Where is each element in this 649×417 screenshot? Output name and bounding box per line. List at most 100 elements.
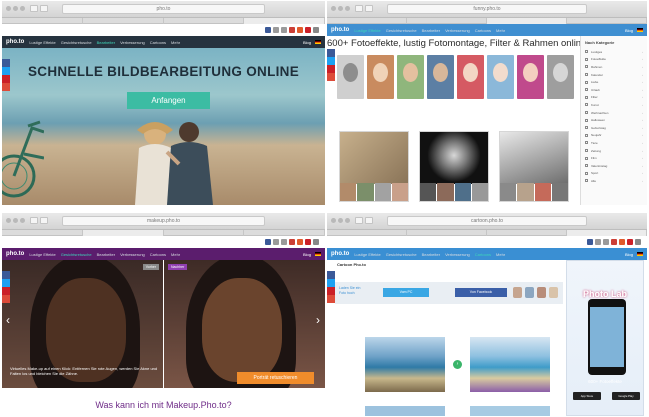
- checkbox[interactable]: [585, 179, 588, 183]
- checkbox[interactable]: [585, 164, 588, 168]
- checkbox[interactable]: [585, 103, 588, 107]
- nav-item[interactable]: Lustige Effekte: [29, 252, 55, 257]
- effect-thumbnail[interactable]: [367, 55, 394, 99]
- window-controls[interactable]: [331, 6, 350, 11]
- category-item[interactable]: Lustiges ›: [581, 48, 647, 56]
- site-logo[interactable]: pho.to: [331, 27, 349, 33]
- category-item[interactable]: Tiere ›: [581, 139, 647, 147]
- history-buttons[interactable]: [355, 5, 373, 12]
- address-bar[interactable]: makeup.pho.to: [62, 216, 265, 226]
- share-icon[interactable]: [273, 239, 279, 245]
- blog-link[interactable]: Blog: [303, 252, 311, 257]
- share-buttons[interactable]: [265, 27, 319, 33]
- nav-item[interactable]: Lustige Effekte: [29, 40, 55, 45]
- retouch-button[interactable]: Porträt retuschieren: [237, 372, 314, 384]
- nav-item[interactable]: Mehr: [496, 28, 505, 33]
- checkbox[interactable]: [585, 95, 588, 99]
- nav-item[interactable]: Bearbeiter: [97, 252, 115, 257]
- side-share-bar[interactable]: [2, 271, 10, 303]
- share-icon[interactable]: [289, 239, 295, 245]
- category-item[interactable]: Kalender ›: [581, 71, 647, 79]
- window-controls[interactable]: [6, 6, 25, 11]
- sample-photo[interactable]: [549, 287, 558, 298]
- checkbox[interactable]: [585, 126, 588, 130]
- checkbox[interactable]: [585, 57, 588, 61]
- category-item[interactable]: Rahmen ›: [581, 63, 647, 71]
- share-icon[interactable]: [587, 239, 593, 245]
- start-button[interactable]: Anfangen: [127, 92, 210, 109]
- social-share-icon[interactable]: [327, 287, 335, 295]
- effect-thumbnail[interactable]: [397, 55, 424, 99]
- photo-lab-ad[interactable]: Photo Lab 600+ Fotoeffekte App Store Goo…: [566, 260, 644, 416]
- category-item[interactable]: Fotoeffekte ›: [581, 56, 647, 64]
- nav-item[interactable]: Cartoons: [475, 28, 491, 33]
- google-play-badge[interactable]: Google Play: [612, 392, 640, 400]
- nav-item[interactable]: Cartoons: [150, 252, 166, 257]
- share-icon[interactable]: [305, 239, 311, 245]
- share-icon[interactable]: [619, 239, 625, 245]
- category-item[interactable]: Kunst ›: [581, 101, 647, 109]
- site-logo[interactable]: pho.to: [331, 251, 349, 257]
- social-share-icon[interactable]: [2, 83, 10, 91]
- share-icon[interactable]: [627, 239, 633, 245]
- nav-item[interactable]: Lustige Effekte: [354, 28, 380, 33]
- checkbox[interactable]: [585, 50, 588, 54]
- share-icon[interactable]: [305, 27, 311, 33]
- language-flag-icon[interactable]: [637, 252, 643, 256]
- address-bar[interactable]: cartoon.pho.to: [387, 216, 587, 226]
- blog-link[interactable]: Blog: [625, 28, 633, 33]
- category-item[interactable]: Zeitung ›: [581, 147, 647, 155]
- category-item[interactable]: Urlaub ›: [581, 86, 647, 94]
- side-share-bar[interactable]: [327, 49, 335, 81]
- sample-photo[interactable]: [513, 287, 522, 298]
- site-logo[interactable]: pho.to: [6, 39, 24, 45]
- effect-tile[interactable]: [499, 131, 569, 202]
- checkbox[interactable]: [585, 65, 588, 69]
- share-icon[interactable]: [313, 27, 319, 33]
- effect-thumbnail[interactable]: [547, 55, 574, 99]
- category-item[interactable]: Filter ›: [581, 94, 647, 102]
- upload-from-pc-button[interactable]: Vom PC: [383, 288, 429, 297]
- social-share-icon[interactable]: [2, 59, 10, 67]
- nav-item[interactable]: Bearbeiter: [422, 28, 440, 33]
- next-arrow-icon[interactable]: ›: [316, 313, 320, 327]
- category-item[interactable]: Geburtstag ›: [581, 124, 647, 132]
- nav-item[interactable]: Verbesserung: [120, 252, 145, 257]
- nav-item[interactable]: Mehr: [171, 40, 180, 45]
- share-icon[interactable]: [297, 239, 303, 245]
- language-flag-icon[interactable]: [637, 28, 643, 32]
- effect-thumbnail[interactable]: [487, 55, 514, 99]
- history-buttons[interactable]: [30, 217, 48, 224]
- nav-item[interactable]: Verbesserung: [445, 252, 470, 257]
- share-buttons[interactable]: [265, 239, 319, 245]
- social-share-icon[interactable]: [2, 67, 10, 75]
- share-icon[interactable]: [273, 27, 279, 33]
- effect-tile[interactable]: [419, 131, 489, 202]
- prev-arrow-icon[interactable]: ‹: [6, 313, 10, 327]
- effect-thumbnail[interactable]: [337, 55, 364, 99]
- social-share-icon[interactable]: [327, 295, 335, 303]
- share-icon[interactable]: [313, 239, 319, 245]
- share-icon[interactable]: [265, 27, 271, 33]
- nav-item[interactable]: Verbesserung: [120, 40, 145, 45]
- checkbox[interactable]: [585, 171, 588, 175]
- nav-item[interactable]: Bearbeiter: [422, 252, 440, 257]
- category-item[interactable]: Weihnachten ›: [581, 109, 647, 117]
- category-item[interactable]: Valentinstag ›: [581, 162, 647, 170]
- checkbox[interactable]: [585, 73, 588, 77]
- blog-link[interactable]: Blog: [625, 252, 633, 257]
- social-share-icon[interactable]: [2, 287, 10, 295]
- address-bar[interactable]: pho.to: [62, 4, 265, 14]
- nav-item[interactable]: Gesichtsretusche: [61, 252, 92, 257]
- social-share-icon[interactable]: [327, 57, 335, 65]
- share-icon[interactable]: [635, 239, 641, 245]
- side-share-bar[interactable]: [2, 59, 10, 91]
- nav-item[interactable]: Gesichtsretusche: [386, 28, 417, 33]
- checkbox[interactable]: [585, 156, 588, 160]
- nav-item[interactable]: Lustige Effekte: [354, 252, 380, 257]
- share-icon[interactable]: [289, 27, 295, 33]
- side-share-bar[interactable]: [327, 271, 335, 303]
- checkbox[interactable]: [585, 111, 588, 115]
- category-item[interactable]: Alle ›: [581, 177, 647, 185]
- nav-item[interactable]: Mehr: [171, 252, 180, 257]
